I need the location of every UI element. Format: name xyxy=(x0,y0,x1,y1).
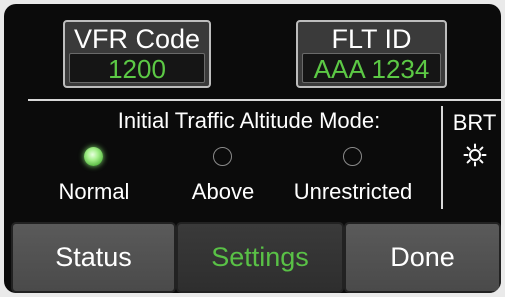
done-button[interactable]: Done xyxy=(344,222,501,293)
radio-above[interactable] xyxy=(213,147,232,166)
radio-unrestricted-label: Unrestricted xyxy=(293,179,413,204)
horizontal-divider xyxy=(28,99,501,101)
altitude-mode-title: Initial Traffic Altitude Mode: xyxy=(117,108,381,133)
brightness-label: BRT xyxy=(452,110,497,135)
radio-normal[interactable] xyxy=(84,147,103,166)
status-button[interactable]: Status xyxy=(11,222,176,293)
settings-button[interactable]: Settings xyxy=(176,222,344,293)
vertical-divider xyxy=(441,106,443,209)
vfr-code-field[interactable]: VFR Code 1200 xyxy=(63,20,211,88)
vfr-code-value[interactable]: 1200 xyxy=(69,53,205,84)
flight-id-value[interactable]: AAA 1234 xyxy=(302,53,441,84)
vfr-code-label: VFR Code xyxy=(73,24,201,54)
flight-id-field[interactable]: FLT ID AAA 1234 xyxy=(296,20,447,88)
radio-unrestricted[interactable] xyxy=(343,147,362,166)
sun-icon[interactable] xyxy=(463,143,487,167)
flight-id-label: FLT ID xyxy=(331,24,412,54)
settings-screen: VFR Code 1200 FLT ID AAA 1234 Initial Tr… xyxy=(4,4,501,293)
